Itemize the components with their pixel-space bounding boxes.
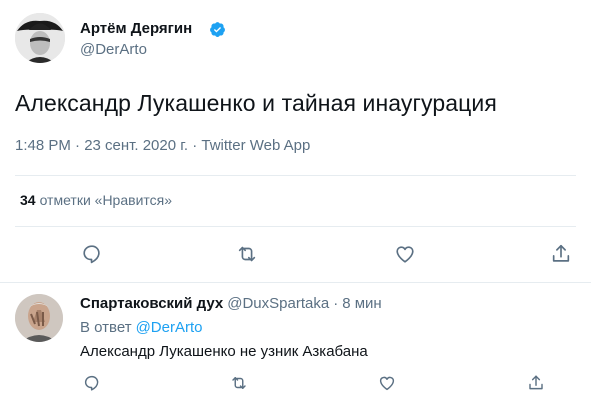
like-button[interactable] xyxy=(393,242,417,266)
author-handle[interactable]: @DerArto xyxy=(80,41,147,58)
reply-tweet[interactable]: Спартаковский дух @DuxSpartaka · 8 мин В от… xyxy=(0,284,591,410)
reply-to-handle-link[interactable]: @DerArto xyxy=(136,319,203,336)
like-icon xyxy=(396,246,414,263)
likes-label: отметки «Нравится» xyxy=(39,192,173,208)
share-icon xyxy=(552,244,570,262)
share-button[interactable] xyxy=(549,242,573,266)
reply-time[interactable]: 8 мин xyxy=(342,295,382,312)
reply-author-handle[interactable]: @DuxSpartaka xyxy=(227,295,329,312)
reply-button[interactable] xyxy=(80,242,104,266)
retweet-icon xyxy=(238,246,256,262)
likes-count: 34 xyxy=(20,192,36,208)
reply-like-button[interactable] xyxy=(375,371,399,395)
tweet-timestamp[interactable]: 1:48 PM · 23 сент. 2020 г. · Twitter Web… xyxy=(15,137,310,154)
reply-retweet-button[interactable] xyxy=(227,371,251,395)
reply-icon xyxy=(84,375,99,391)
author-name[interactable]: Артём Дерягин xyxy=(80,20,192,37)
reply-share-button[interactable] xyxy=(524,371,548,395)
separator-dot: · xyxy=(333,295,339,312)
author-avatar[interactable] xyxy=(15,13,65,63)
main-tweet: Артём Дерягин @DerArto Александр Лукашен… xyxy=(0,0,591,283)
retweet-icon xyxy=(232,377,246,389)
share-icon xyxy=(529,375,543,390)
reply-to-line: В ответ @DerArto xyxy=(80,319,203,336)
reply-to-label: В ответ xyxy=(80,319,132,336)
reply-header: Спартаковский дух @DuxSpartaka · 8 мин xyxy=(80,295,382,312)
verified-badge-icon xyxy=(210,22,225,37)
retweet-button[interactable] xyxy=(235,242,259,266)
tweet-text: Александр Лукашенко и тайная инаугурация xyxy=(15,90,497,116)
divider xyxy=(15,226,576,227)
like-icon xyxy=(379,376,395,391)
reply-text: Александр Лукашенко не узник Азкабана xyxy=(80,343,368,360)
reply-reply-button[interactable] xyxy=(80,371,104,395)
reply-author-name[interactable]: Спартаковский дух xyxy=(80,295,223,312)
likes-summary[interactable]: 34 отметки «Нравится» xyxy=(20,192,172,208)
divider xyxy=(15,175,576,176)
reply-icon xyxy=(83,245,100,264)
reply-author-avatar[interactable] xyxy=(15,294,63,342)
